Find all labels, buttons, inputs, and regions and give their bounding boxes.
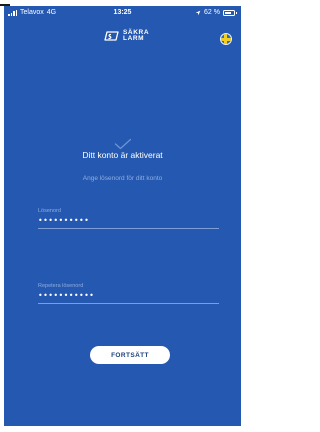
password-input[interactable] (38, 214, 219, 229)
status-bar: Telavox 4G 13:25 62 % (4, 6, 241, 22)
device-frame: Telavox 4G 13:25 62 % SÄKRA LARM Ditt ko… (0, 0, 246, 432)
status-right: 62 % (195, 9, 237, 16)
repeat-password-input[interactable] (38, 289, 219, 304)
password-field: Lösenord (38, 208, 219, 229)
page-title: Ditt konto är aktiverat (82, 150, 163, 160)
app-logo: SÄKRA LARM (104, 29, 149, 42)
checkmark-icon (114, 138, 132, 150)
repeat-password-field: Repetera lösenord (38, 283, 219, 304)
swedish-flag-icon[interactable] (220, 33, 232, 45)
logo-text: SÄKRA LARM (123, 29, 149, 42)
page-subtitle: Ange lösenord för ditt konto (82, 175, 163, 182)
battery-percent: 62 % (204, 9, 220, 16)
app-screen: Telavox 4G 13:25 62 % SÄKRA LARM Ditt ko… (4, 6, 241, 426)
logo-line-2: LARM (123, 35, 145, 42)
battery-icon (223, 9, 237, 16)
logo-mark-icon (104, 31, 119, 41)
continue-button[interactable]: FORTSÄTT (90, 346, 170, 364)
location-arrow-icon (195, 10, 201, 15)
